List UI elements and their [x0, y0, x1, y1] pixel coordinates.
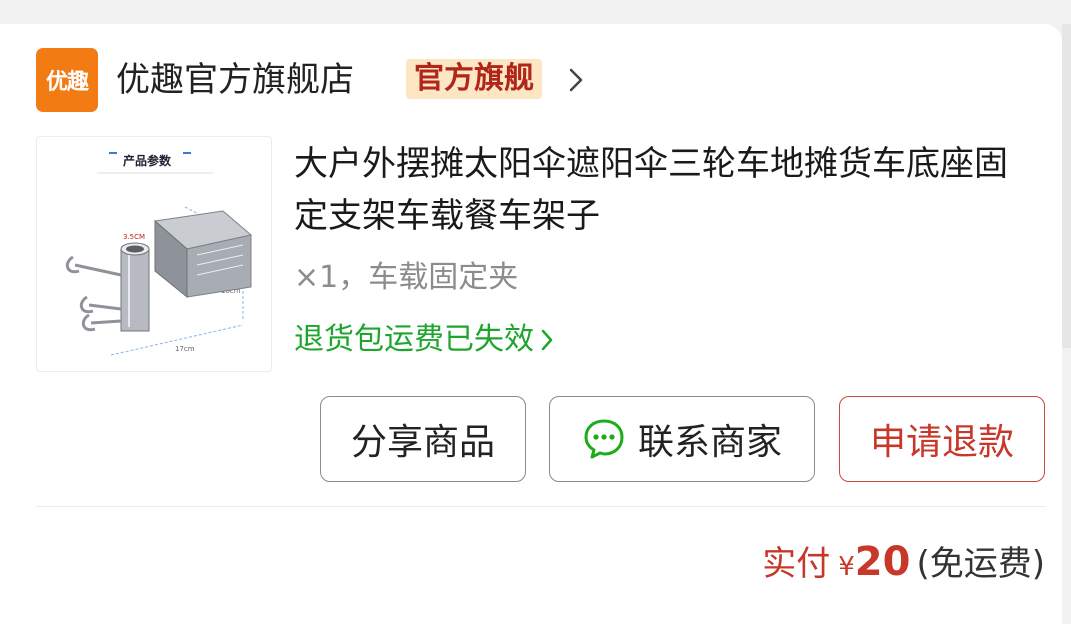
- contact-seller-button[interactable]: 联系商家: [549, 396, 815, 482]
- divider: [36, 506, 1046, 507]
- shop-logo[interactable]: 优趣: [36, 48, 98, 112]
- share-button-label: 分享商品: [350, 422, 495, 463]
- chevron-right-icon: [541, 329, 553, 351]
- chat-bubble-icon: [584, 419, 624, 459]
- product-image[interactable]: 产品参数 12cm 10cm 17cm 3.5CM: [36, 136, 272, 372]
- return-note-label: 退货包运费已失效: [294, 322, 534, 357]
- contact-button-label: 联系商家: [637, 422, 782, 463]
- request-refund-button[interactable]: 申请退款: [839, 396, 1045, 482]
- free-shipping-note: (免运费): [916, 544, 1045, 584]
- scrollbar[interactable]: [1062, 24, 1071, 348]
- paid-amount: 20: [854, 539, 911, 585]
- paid-label: 实付: [762, 544, 831, 584]
- product-title[interactable]: 大户外摆摊太阳伞遮阳伞三轮车地摊货车底座固定支架车载餐车架子: [294, 138, 1034, 242]
- svg-text:17cm: 17cm: [175, 345, 195, 353]
- chevron-right-icon[interactable]: [568, 66, 584, 94]
- quantity-spec: ×1，车载固定夹: [294, 260, 519, 295]
- payment-summary: 实付 ¥ 20 (免运费): [762, 536, 1045, 590]
- share-product-button[interactable]: 分享商品: [320, 396, 526, 482]
- umbrella-clamp-illustration: 产品参数 12cm 10cm 17cm 3.5CM: [65, 152, 253, 356]
- return-shipping-note[interactable]: 退货包运费已失效: [294, 318, 554, 362]
- official-store-badge: 官方旗舰: [406, 59, 542, 99]
- refund-button-label: 申请退款: [869, 422, 1014, 463]
- shop-name[interactable]: 优趣官方旗舰店: [116, 58, 354, 102]
- svg-text:3.5CM: 3.5CM: [123, 233, 145, 241]
- currency-symbol: ¥: [838, 552, 855, 582]
- image-caption: 产品参数: [123, 153, 172, 168]
